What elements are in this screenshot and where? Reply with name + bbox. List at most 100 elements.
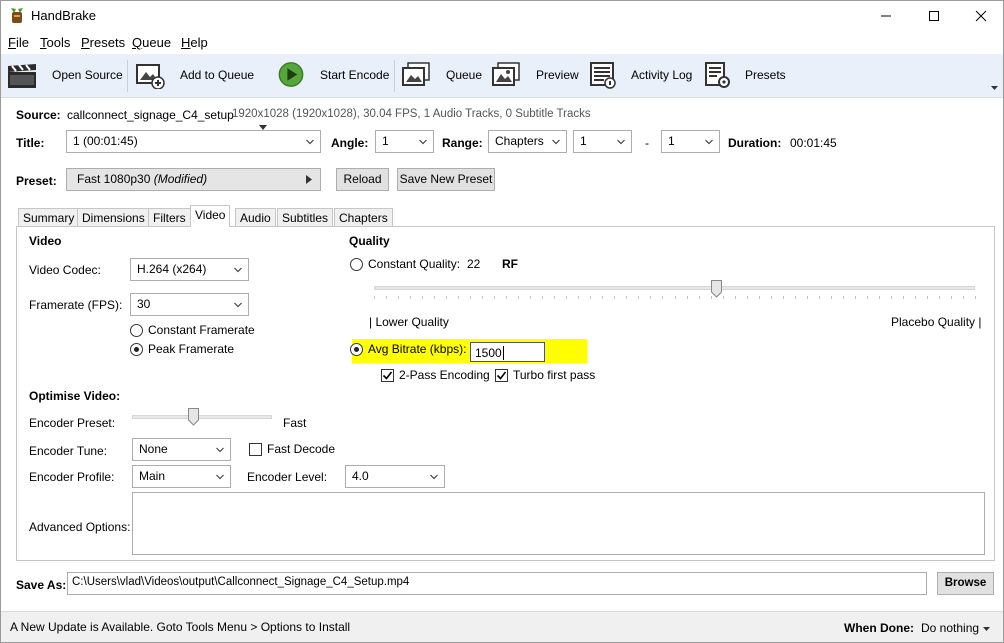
quality-slider-tick <box>458 296 460 299</box>
quality-slider-track[interactable] <box>374 286 975 290</box>
video-codec-select[interactable]: H.264 (x264) <box>130 258 249 281</box>
constant-quality-value: 22 <box>467 257 481 271</box>
two-pass-checkbox[interactable] <box>381 369 394 382</box>
chevron-down-icon <box>216 474 224 480</box>
chevron-down-icon <box>705 139 713 145</box>
quality-slider-tick <box>626 296 628 299</box>
when-done-label: When Done: <box>844 621 914 635</box>
browse-button[interactable]: Browse <box>937 572 994 595</box>
quality-slider-tick <box>662 296 664 299</box>
menu-presets[interactable]: Presets <box>81 35 125 50</box>
start-encode-button[interactable]: Start Encode <box>320 68 389 82</box>
menu-queue[interactable]: Queue <box>132 35 171 50</box>
avg-bitrate-radio[interactable] <box>350 343 363 356</box>
quality-slider-tick <box>422 296 424 299</box>
avg-bitrate-input[interactable]: 1500 <box>470 342 545 362</box>
peak-framerate-radio[interactable] <box>130 343 143 356</box>
encoder-preset-value: Fast <box>283 416 307 430</box>
encoder-profile-select[interactable]: Main <box>132 465 231 488</box>
fast-decode-checkbox[interactable] <box>249 443 262 456</box>
source-info: 1920x1028 (1920x1028), 30.04 FPS, 1 Audi… <box>232 108 591 120</box>
tab-audio[interactable]: Audio <box>235 208 276 226</box>
when-done-dropdown-icon[interactable] <box>983 627 990 632</box>
title-select[interactable]: 1 (00:01:45) <box>66 130 321 153</box>
queue-button[interactable]: Queue <box>446 68 482 82</box>
encoder-preset-slider-thumb[interactable] <box>188 408 200 426</box>
quality-slider-tick <box>374 296 375 299</box>
reload-button[interactable]: Reload <box>336 168 389 191</box>
quality-slider-tick <box>806 296 808 299</box>
quality-slider-tick <box>530 296 532 299</box>
range-end-select[interactable]: 1 <box>661 130 720 153</box>
framerate-select[interactable]: 30 <box>130 293 249 316</box>
encoder-level-select[interactable]: 4.0 <box>345 465 445 488</box>
presets-button[interactable]: Presets <box>745 68 786 82</box>
activity-log-button[interactable]: Activity Log <box>631 68 692 82</box>
duration-label: Duration: <box>728 136 782 150</box>
constant-quality-radio[interactable] <box>350 258 363 271</box>
preset-select[interactable]: Fast 1080p30 (Modified) <box>66 168 321 191</box>
quality-slider-tick <box>818 296 820 299</box>
quality-slider-tick <box>794 296 796 299</box>
start-encode-icon <box>278 62 304 87</box>
title-bar: HandBrake <box>0 0 1004 31</box>
angle-select[interactable]: 1 <box>375 130 434 153</box>
quality-slider-tick <box>398 296 400 299</box>
tab-chapters[interactable]: Chapters <box>334 208 393 226</box>
avg-bitrate-label: Avg Bitrate (kbps): <box>368 342 467 356</box>
quality-slider-tick <box>566 296 568 299</box>
constant-quality-label: Constant Quality: <box>368 257 461 271</box>
quality-slider-tick <box>434 296 436 299</box>
open-source-button[interactable]: Open Source <box>52 68 123 82</box>
quality-slider-tick <box>722 296 724 299</box>
when-done-select[interactable]: Do nothing <box>921 621 979 635</box>
menu-file[interactable]: File <box>8 35 29 50</box>
range-type-select[interactable]: Chapters <box>488 130 567 153</box>
tab-summary[interactable]: Summary <box>18 208 80 226</box>
minimize-button[interactable] <box>863 0 909 31</box>
quality-slider-tick <box>614 296 616 299</box>
clapperboard-icon <box>8 64 36 88</box>
advanced-options-label: Advanced Options: <box>29 520 131 534</box>
close-button[interactable] <box>958 0 1004 31</box>
preset-modified: (Modified) <box>153 172 208 186</box>
status-bar: A New Update is Available. Goto Tools Me… <box>0 611 1004 643</box>
turbo-first-pass-checkbox[interactable] <box>495 369 508 382</box>
quality-slider-tick <box>494 296 496 299</box>
quality-slider-tick <box>446 296 448 299</box>
video-heading: Video <box>29 234 62 248</box>
add-to-queue-button[interactable]: Add to Queue <box>180 68 254 82</box>
range-end-value: 1 <box>668 134 675 148</box>
encoder-preset-slider-track[interactable] <box>132 415 272 419</box>
quality-slider-tick <box>866 296 868 299</box>
quality-slider-tick <box>686 296 688 299</box>
framerate-value: 30 <box>137 297 151 311</box>
duration-value: 00:01:45 <box>790 136 837 150</box>
constant-framerate-radio[interactable] <box>130 324 143 337</box>
lower-quality-label: | Lower Quality <box>369 315 449 329</box>
tab-video[interactable]: Video <box>190 205 231 227</box>
tab-dimensions[interactable]: Dimensions <box>77 208 150 226</box>
range-start-select[interactable]: 1 <box>573 130 632 153</box>
source-label: Source: <box>16 108 61 122</box>
save-new-preset-button[interactable]: Save New Preset <box>397 168 495 191</box>
encoder-tune-select[interactable]: None <box>132 438 231 461</box>
close-icon <box>975 10 987 21</box>
preview-button[interactable]: Preview <box>536 68 579 82</box>
toolbar-separator <box>127 60 128 92</box>
advanced-options-textarea[interactable] <box>132 492 985 555</box>
rf-label: RF <box>502 257 518 271</box>
window-title: HandBrake <box>31 8 97 23</box>
tab-subtitles[interactable]: Subtitles <box>277 208 334 226</box>
avg-bitrate-value: 1500 <box>475 346 502 360</box>
quality-heading: Quality <box>349 234 390 248</box>
toolbar-overflow-icon[interactable] <box>991 86 998 91</box>
maximize-button[interactable] <box>911 0 957 31</box>
save-as-label: Save As: <box>16 578 67 592</box>
quality-slider-thumb[interactable] <box>711 280 723 298</box>
menu-tools[interactable]: Tools <box>40 35 70 50</box>
tab-filters[interactable]: Filters <box>148 208 191 226</box>
menu-help[interactable]: Help <box>181 35 208 50</box>
quality-slider-tick <box>734 296 736 299</box>
save-as-path-input[interactable]: C:\Users\vlad\Videos\output\Callconnect_… <box>67 572 927 595</box>
